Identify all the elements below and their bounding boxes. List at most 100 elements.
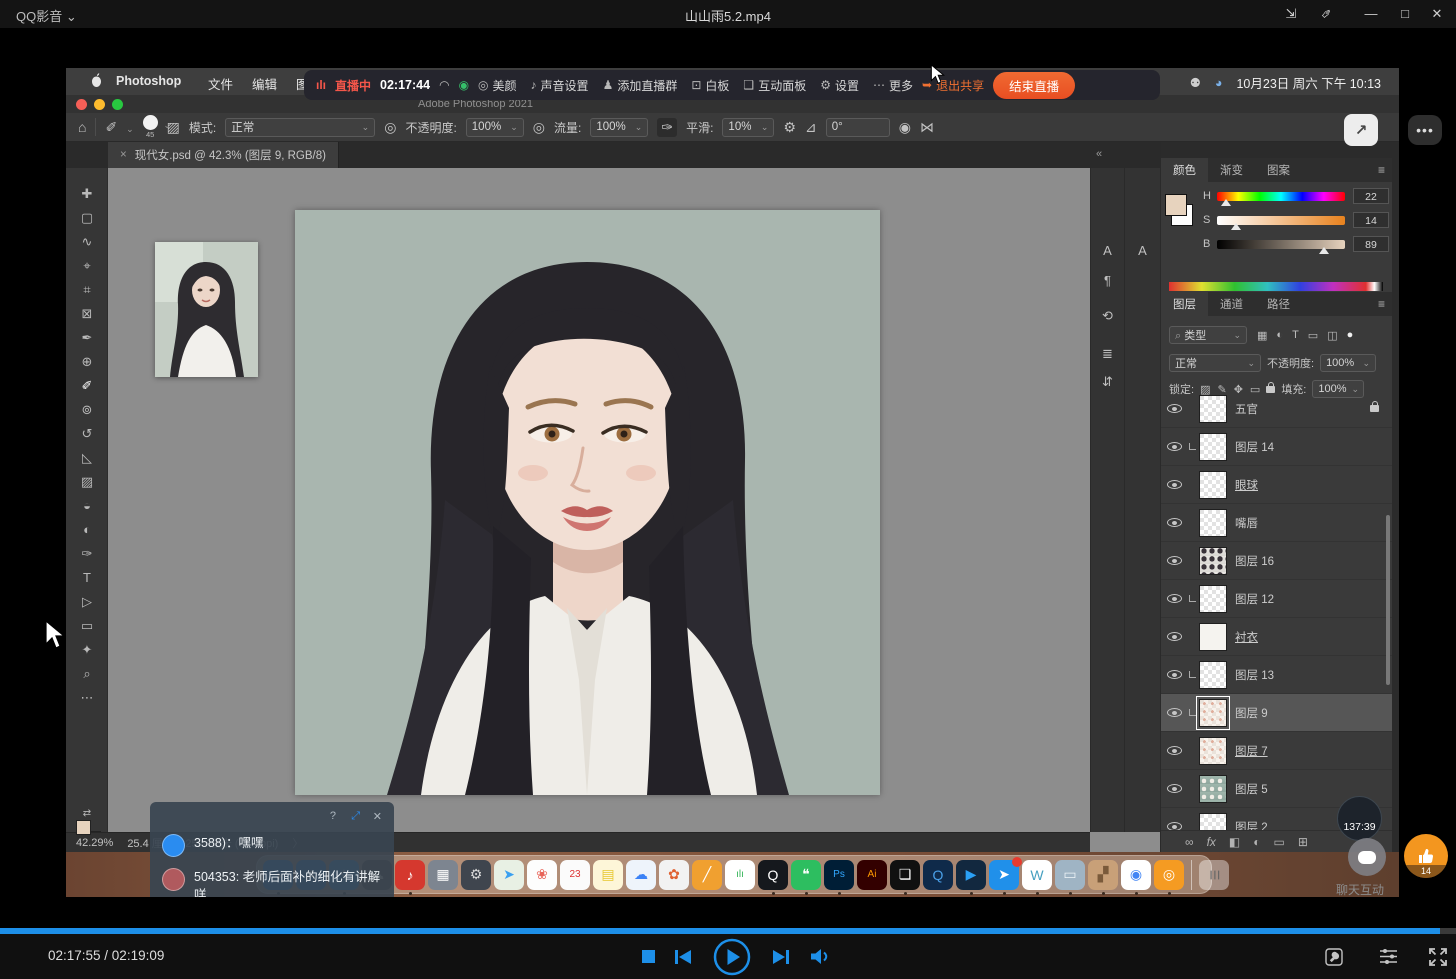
dock-w-app[interactable]: W: [1022, 860, 1052, 890]
visibility-toggle[interactable]: [1161, 442, 1187, 451]
saturation-value[interactable]: 14: [1353, 212, 1389, 228]
filter-bulb-icon[interactable]: ●: [1347, 329, 1354, 342]
collapse-panels-icon[interactable]: «: [1096, 148, 1102, 160]
minimize-icon[interactable]: —: [1358, 4, 1384, 24]
lasso-tool[interactable]: ∿: [66, 230, 108, 254]
dock-capcut[interactable]: ❏: [890, 860, 920, 890]
dock-pencil-app[interactable]: ╱: [692, 860, 722, 890]
layer-thumbnail[interactable]: [1199, 471, 1227, 499]
color-menu-icon[interactable]: ≡: [1378, 163, 1385, 177]
dock-wechat[interactable]: ❝: [791, 860, 821, 890]
layer-name[interactable]: 图层 9: [1235, 705, 1268, 721]
layer-name[interactable]: 图层 12: [1235, 591, 1274, 607]
dock-qq-browser[interactable]: Q: [923, 860, 953, 890]
color-tab-1[interactable]: 渐变: [1208, 158, 1255, 182]
layer-row[interactable]: 嘴唇: [1161, 504, 1392, 542]
frame-tool[interactable]: ⊠: [66, 302, 108, 326]
add-live-group-button[interactable]: ♟添加直播群: [603, 77, 678, 94]
size-pressure-icon[interactable]: ◉: [899, 119, 911, 136]
menu-photoshop[interactable]: Photoshop: [116, 74, 181, 88]
eyedropper-tool[interactable]: ✒: [66, 326, 108, 350]
visibility-toggle[interactable]: [1161, 670, 1187, 679]
more-button[interactable]: ⋯更多: [873, 77, 913, 94]
more-tools[interactable]: ⋯: [66, 686, 108, 710]
dock-bird-app[interactable]: ➤: [989, 860, 1019, 890]
close-traffic-light[interactable]: [76, 99, 87, 110]
hue-value[interactable]: 22: [1353, 188, 1389, 204]
maximize-icon[interactable]: □: [1392, 4, 1418, 24]
crop-tool[interactable]: ⌗: [66, 278, 108, 302]
stop-button[interactable]: [638, 934, 658, 979]
foreground-color-swatch-panel[interactable]: [1165, 194, 1187, 216]
filter-adjustment-icon[interactable]: ◐: [1276, 329, 1283, 342]
link-layers-icon[interactable]: ∞: [1185, 835, 1194, 849]
layer-name[interactable]: 五官: [1235, 401, 1258, 417]
symmetry-icon[interactable]: ⋈: [920, 119, 934, 136]
layers-scrollbar[interactable]: [1386, 515, 1390, 685]
chat-bubble-button[interactable]: [1348, 838, 1386, 876]
input-method-icon[interactable]: ⚉: [1190, 75, 1201, 90]
dock-maps[interactable]: ➤: [494, 860, 524, 890]
zoom-level[interactable]: 42.29%: [76, 837, 113, 849]
screenshot-share-button[interactable]: ↗: [1344, 114, 1378, 146]
pen-tool[interactable]: ✑: [66, 542, 108, 566]
end-live-button[interactable]: 结束直播: [993, 72, 1075, 99]
document-tab[interactable]: × 现代女.psd @ 42.3% (图层 9, RGB/8): [108, 142, 339, 168]
eraser-tool[interactable]: ◺: [66, 446, 108, 470]
visibility-toggle[interactable]: [1161, 822, 1187, 830]
dodge-tool[interactable]: ◐: [66, 518, 108, 542]
beauty-button[interactable]: ◎美颜: [478, 77, 517, 94]
hue-slider[interactable]: [1217, 192, 1345, 201]
layer-name[interactable]: 图层 14: [1235, 439, 1274, 455]
history-brush-tool[interactable]: ↺: [66, 422, 108, 446]
filter-shape-icon[interactable]: ▭: [1308, 329, 1318, 342]
dock-illustrator[interactable]: Ai: [857, 860, 887, 890]
dock-trash[interactable]: ☰: [1199, 860, 1229, 890]
layer-name[interactable]: 衬衣: [1235, 629, 1258, 645]
layer-name[interactable]: 眼球: [1235, 477, 1258, 493]
dock-settings[interactable]: ⚙: [461, 860, 491, 890]
layer-filter-select[interactable]: ⌕ 类型⌄: [1169, 326, 1247, 344]
visibility-toggle[interactable]: [1161, 632, 1187, 641]
opacity-pressure-icon[interactable]: ◎: [384, 119, 396, 136]
new-group-icon[interactable]: ▭: [1274, 835, 1285, 849]
play-button[interactable]: [712, 934, 752, 979]
shape-tool[interactable]: ▭: [66, 614, 108, 638]
layer-name[interactable]: 图层 5: [1235, 781, 1268, 797]
dock-screenshot[interactable]: ▭: [1055, 860, 1085, 890]
layer-thumbnail[interactable]: [1199, 509, 1227, 537]
minimize-traffic-light[interactable]: [94, 99, 105, 110]
brush-tool-preset-icon[interactable]: ✐ ⌄: [105, 119, 133, 136]
dock-chart-app[interactable]: ılı: [725, 860, 755, 890]
layer-thumbnail[interactable]: [1199, 737, 1227, 765]
type-tool[interactable]: T: [66, 566, 108, 590]
layer-name[interactable]: 嘴唇: [1235, 515, 1258, 531]
home-icon[interactable]: ⌂: [78, 119, 86, 135]
airbrush-icon[interactable]: ✑: [657, 118, 677, 137]
expand-icon[interactable]: ⤢: [351, 810, 360, 823]
smoothing-select[interactable]: 10%⌄: [722, 118, 774, 137]
glyphs-panel-icon[interactable]: A: [1125, 243, 1160, 258]
dock-photos[interactable]: ❀: [527, 860, 557, 890]
filter-smart-icon[interactable]: ◫: [1327, 329, 1337, 342]
hue-slider-handle[interactable]: [1221, 199, 1231, 206]
layer-style-icon[interactable]: fx: [1207, 835, 1216, 849]
layer-row[interactable]: 图层 7: [1161, 732, 1392, 770]
mini-mode-icon[interactable]: ⇲: [1278, 4, 1304, 24]
layer-blend-select[interactable]: 正常⌄: [1169, 354, 1261, 372]
flow-pressure-icon[interactable]: ◎: [533, 119, 545, 136]
previous-button[interactable]: [672, 934, 694, 979]
layer-name[interactable]: 图层 16: [1235, 553, 1274, 569]
playlist-button[interactable]: [1376, 934, 1400, 979]
history-panel-icon[interactable]: ⇵: [1091, 374, 1124, 390]
marquee-tool[interactable]: ▢: [66, 206, 108, 230]
layer-thumbnail[interactable]: [1199, 775, 1227, 803]
visibility-toggle[interactable]: [1161, 404, 1187, 413]
adjustment-layer-icon[interactable]: ◐: [1253, 835, 1260, 849]
visibility-toggle[interactable]: [1161, 556, 1187, 565]
layers-tab-0[interactable]: 图层: [1161, 292, 1208, 316]
dock-calendar[interactable]: 23: [560, 860, 590, 890]
opacity-select[interactable]: 100%⌄: [466, 118, 524, 137]
visibility-toggle[interactable]: [1161, 480, 1187, 489]
dock-netease-music[interactable]: ♪: [395, 860, 425, 890]
